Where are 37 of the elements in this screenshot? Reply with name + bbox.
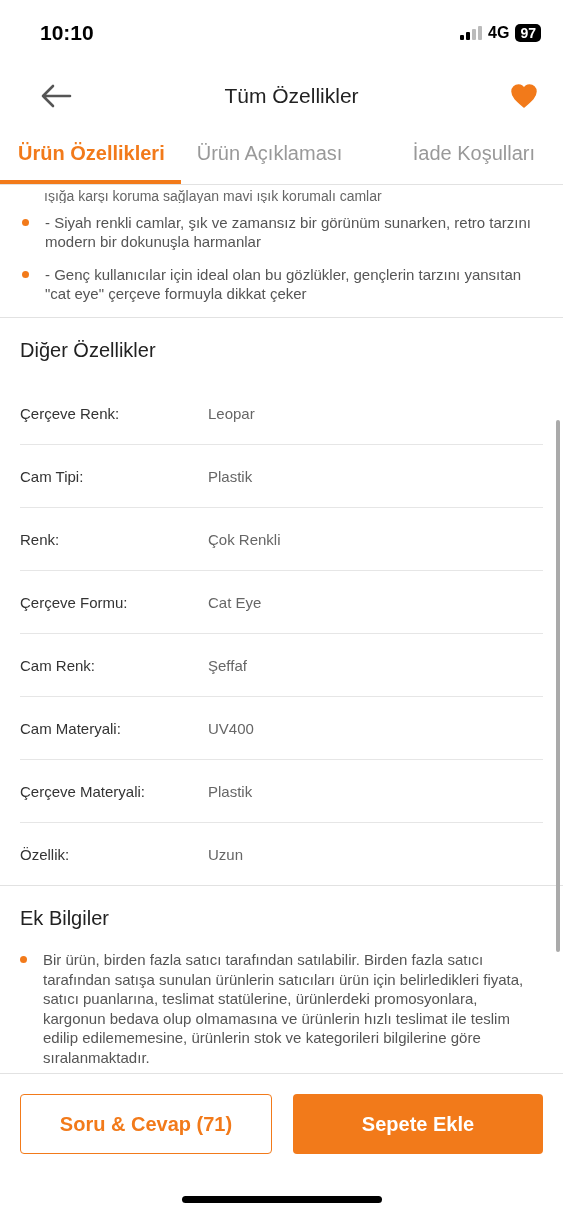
status-time: 10:10 <box>40 21 94 45</box>
attribute-label: Cam Materyali: <box>20 719 122 737</box>
attribute-value: Leopar <box>208 404 255 422</box>
attribute-label: Renk: <box>20 530 61 548</box>
attribute-label: Çerçeve Materyali: <box>20 782 147 800</box>
heart-icon[interactable] <box>511 84 537 108</box>
attribute-value: Plastik <box>208 782 253 800</box>
questions-button[interactable]: Soru & Cevap (71) <box>20 1094 272 1154</box>
section-title: Ek Bilgiler <box>20 906 110 931</box>
attribute-value: Plastik <box>208 467 253 485</box>
tab[interactable]: Ürün Açıklaması <box>180 126 359 184</box>
battery-level: 97 <box>515 24 541 42</box>
network-label: 4G <box>488 24 510 42</box>
section-title: Diğer Özellikler <box>20 338 157 363</box>
attribute-value: Cat Eye <box>208 593 262 611</box>
feature-text: ışığa karşı koruma sağlayan mavi ışık korumalı camlar <box>43 187 383 203</box>
bullet-icon <box>22 219 29 226</box>
feature-text: - Siyah renkli camlar, şık ve zamansız bir görünüm sunarken, retro tarzını modern bir dokunuşla harmanlar <box>45 213 533 251</box>
signal-icon <box>460 26 483 40</box>
page-title: Tüm Özellikler <box>224 84 359 108</box>
attribute-value: Şeffaf <box>208 656 247 674</box>
attribute-value: Uzun <box>208 845 244 863</box>
info-text: Bir ürün, birden fazla satıcı tarafından satılabilir. Birden fazla satıcı tarafından satışa sunulan ürünlerin satıcıları ürün için belirledikleri fiyata, satıcı puanlarına, teslimat statülerine, ürünlerdeki promosyonlara, kargonun bedava olup olmamasına ve ürünlerin hızlı teslimat ile teslim edilip edilememesine, ürünlerin stok ve kategorileri bilgilerine göre sıralanmaktadır. <box>43 950 525 1067</box>
back-arrow-icon[interactable] <box>40 84 72 108</box>
add-to-cart-button[interactable]: Sepete Ekle <box>293 1094 543 1154</box>
attribute-label: Cam Tipi: <box>20 467 85 485</box>
bullet-icon <box>22 271 29 278</box>
attribute-label: Cam Renk: <box>20 656 97 674</box>
attribute-value: Çok Renkli <box>208 530 281 548</box>
tab[interactable]: Ürün Özellikleri <box>0 126 181 184</box>
attribute-label: Özellik: <box>20 845 71 863</box>
bullet-icon <box>20 956 27 963</box>
attribute-label: Çerçeve Formu: <box>20 593 129 611</box>
tab[interactable]: İade Koşulları <box>396 126 563 184</box>
attribute-value: UV400 <box>208 719 254 737</box>
attribute-label: Çerçeve Renk: <box>20 404 121 422</box>
feature-text: - Genç kullanıcılar için ideal olan bu gözlükler, gençlerin tarzını yansıtan "cat eye" çerçeve formuyla dikkat çeker <box>45 265 523 303</box>
